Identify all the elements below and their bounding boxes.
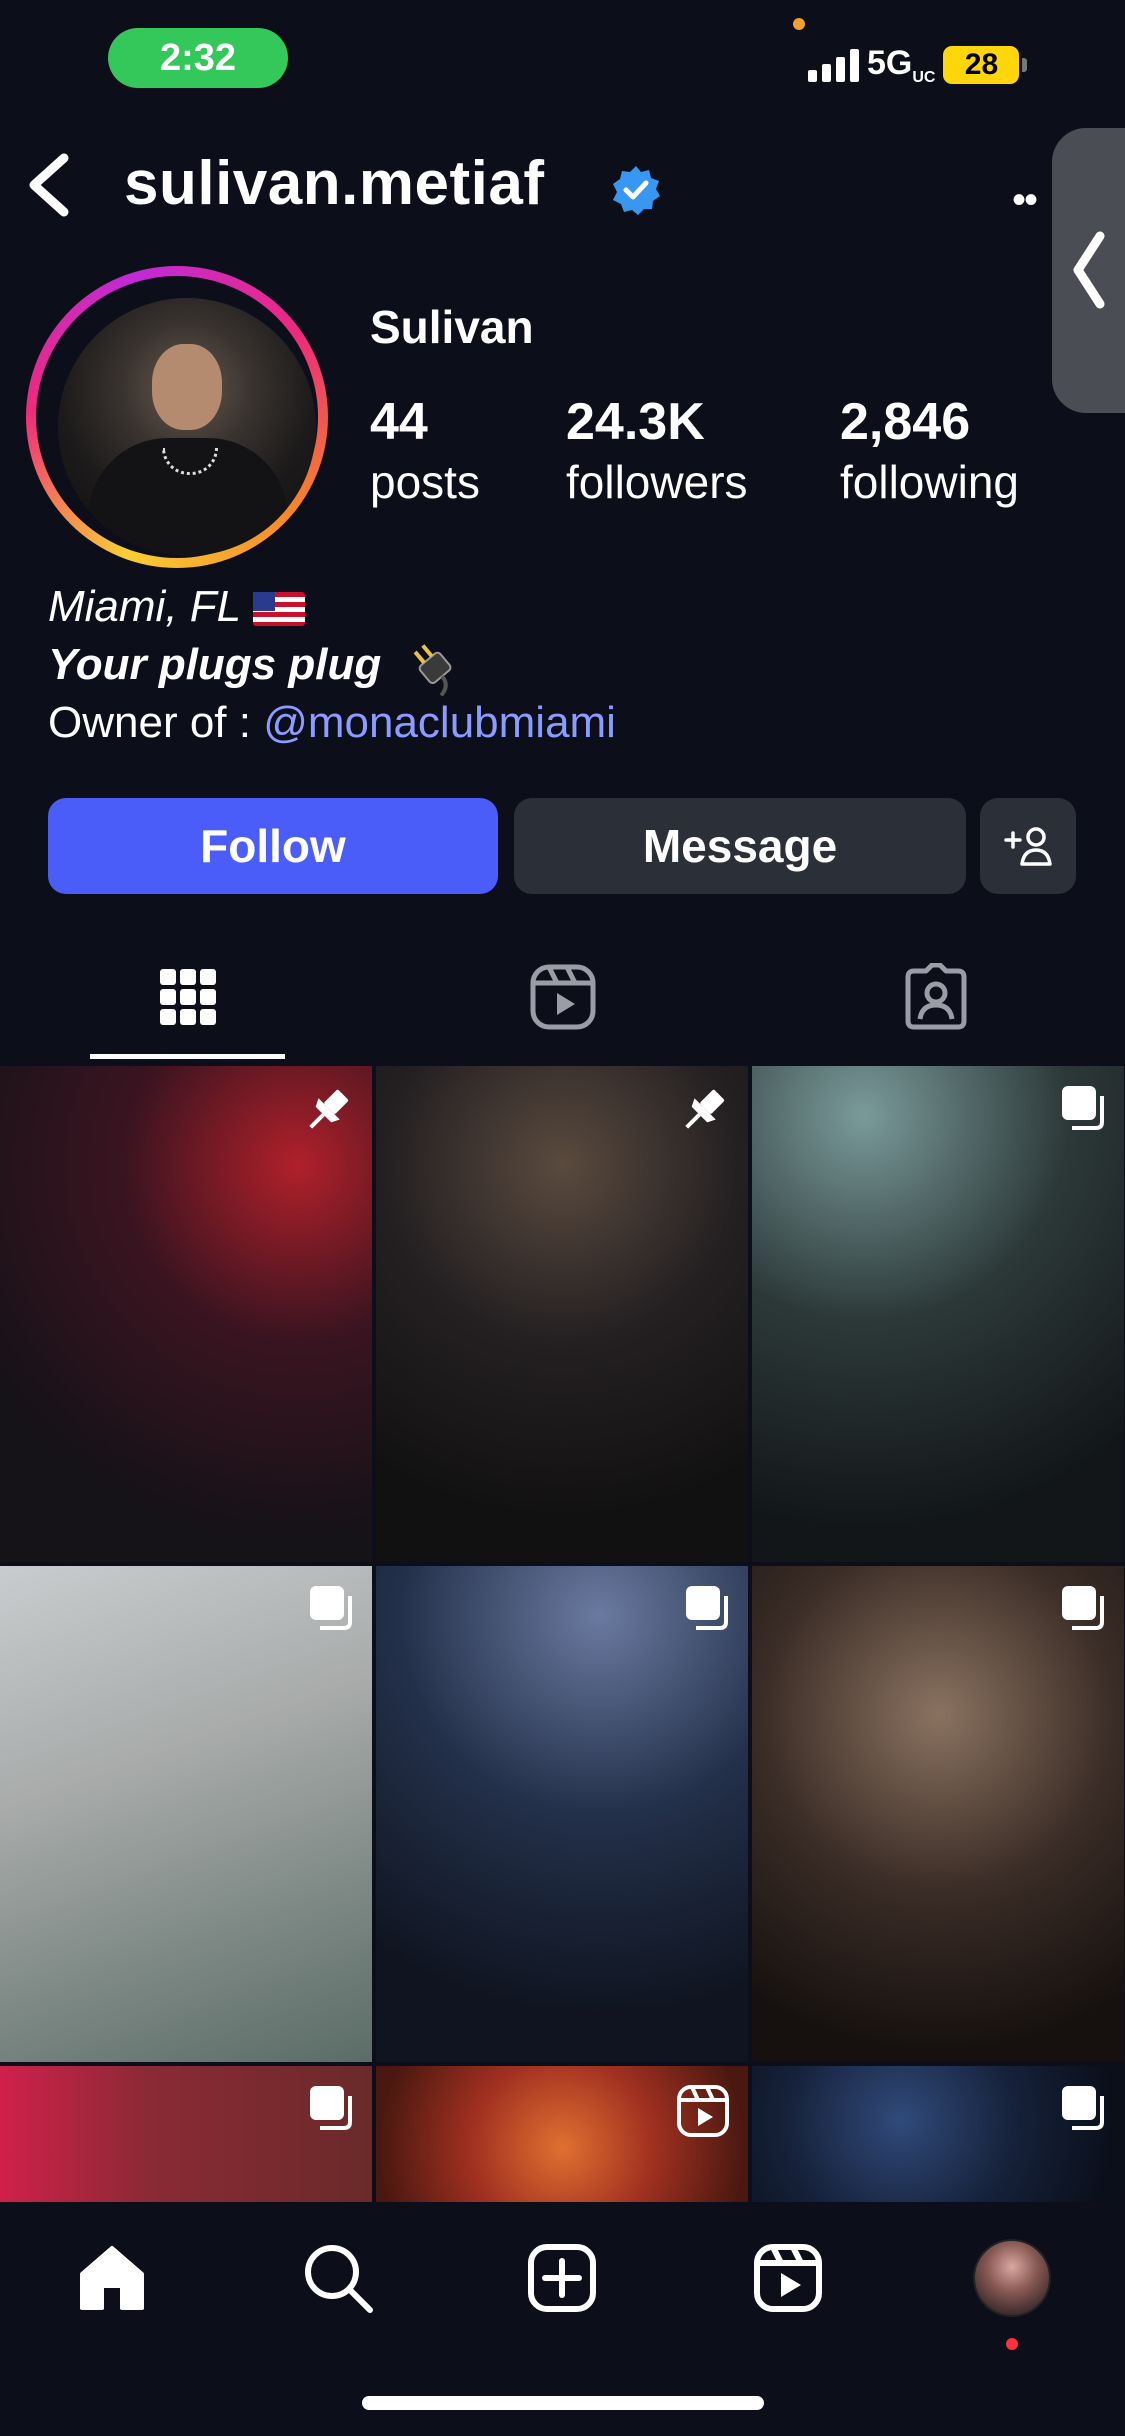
suggested-accounts-button[interactable] — [980, 798, 1076, 894]
post-thumbnail[interactable] — [376, 2066, 748, 2202]
create-icon — [528, 2244, 596, 2312]
verified-badge-icon — [610, 164, 662, 216]
stat-value: 2,846 — [840, 393, 971, 451]
battery-icon: 28 — [943, 46, 1028, 84]
stat-label: followers — [566, 456, 748, 508]
nav-home[interactable] — [72, 2238, 152, 2318]
stat-value: 24.3K — [566, 393, 705, 451]
owner-prefix: Owner of : — [48, 698, 264, 747]
status-icons: 5GUC 28 — [808, 40, 1028, 90]
nav-search[interactable] — [298, 2238, 378, 2318]
profile-avatar — [58, 298, 316, 556]
tab-reels[interactable] — [513, 952, 613, 1042]
post-thumbnail[interactable] — [0, 1066, 372, 1562]
profile-avatar-story-ring[interactable] — [26, 266, 328, 568]
notification-dot — [1006, 2338, 1018, 2350]
us-flag-icon — [253, 592, 306, 627]
nav-reels[interactable] — [748, 2238, 828, 2318]
tagline-text: Your plugs plug — [48, 640, 382, 689]
home-indicator — [362, 2396, 764, 2410]
tagged-icon — [905, 963, 967, 1030]
stat-label: following — [840, 456, 1019, 508]
profile-username: sulivan.metiaf — [124, 149, 545, 218]
privacy-indicator-dot — [793, 18, 805, 30]
display-name: Sulivan — [370, 301, 534, 353]
carousel-icon — [684, 1584, 730, 1635]
carousel-icon — [308, 2084, 354, 2135]
owner-mention-link[interactable]: @monaclubmiami — [263, 698, 616, 747]
carousel-icon — [1060, 1584, 1106, 1635]
pin-icon — [300, 1084, 354, 1143]
chevron-left-icon — [1073, 231, 1105, 309]
bio-tagline: Your plugs plug — [48, 636, 465, 698]
carousel-icon — [1060, 2084, 1106, 2135]
carousel-icon — [308, 1584, 354, 1635]
post-thumbnail[interactable] — [0, 2066, 372, 2202]
reel-icon — [676, 2084, 730, 2143]
stat-label: posts — [370, 456, 480, 508]
post-thumbnail[interactable] — [752, 1066, 1124, 1562]
nav-create[interactable] — [522, 2238, 602, 2318]
post-thumbnail[interactable] — [376, 1066, 748, 1562]
post-thumbnail[interactable] — [0, 1566, 372, 2062]
network-label: 5GUC — [867, 43, 936, 86]
post-thumbnail[interactable] — [752, 2066, 1124, 2202]
chevron-left-icon — [29, 153, 69, 217]
posts-count[interactable]: 44 posts — [370, 392, 480, 512]
pin-icon — [676, 1084, 730, 1143]
tab-grid[interactable] — [138, 952, 238, 1042]
search-icon — [305, 2245, 373, 2313]
post-thumbnail[interactable] — [376, 1566, 748, 2062]
grid-icon — [160, 969, 216, 1025]
reels-icon — [754, 2244, 822, 2312]
active-tab-indicator — [90, 1054, 285, 1059]
signal-icon — [808, 48, 859, 82]
reels-icon — [530, 964, 596, 1030]
profile-avatar — [973, 2239, 1051, 2317]
followers-count[interactable]: 24.3K followers — [566, 392, 748, 512]
bio-location: Miami, FL — [48, 578, 306, 636]
home-icon — [80, 2246, 144, 2310]
add-person-icon — [1004, 827, 1052, 866]
plug-icon — [414, 644, 452, 698]
stat-value: 44 — [370, 393, 428, 451]
follow-button[interactable]: Follow — [48, 798, 498, 894]
carousel-icon — [1060, 1084, 1106, 1135]
tab-tagged[interactable] — [886, 952, 986, 1042]
location-text: Miami, FL — [48, 582, 242, 631]
more-options-button[interactable]: •• — [1012, 178, 1038, 223]
side-panel-handle[interactable] — [1052, 128, 1125, 413]
status-time: 2:32 — [108, 28, 288, 88]
message-button[interactable]: Message — [514, 798, 966, 894]
back-button[interactable] — [22, 150, 82, 220]
nav-profile[interactable] — [972, 2238, 1052, 2318]
post-thumbnail[interactable] — [752, 1566, 1124, 2062]
following-count[interactable]: 2,846 following — [840, 392, 1019, 512]
bio-owner-line: Owner of : @monaclubmiami — [48, 694, 616, 752]
